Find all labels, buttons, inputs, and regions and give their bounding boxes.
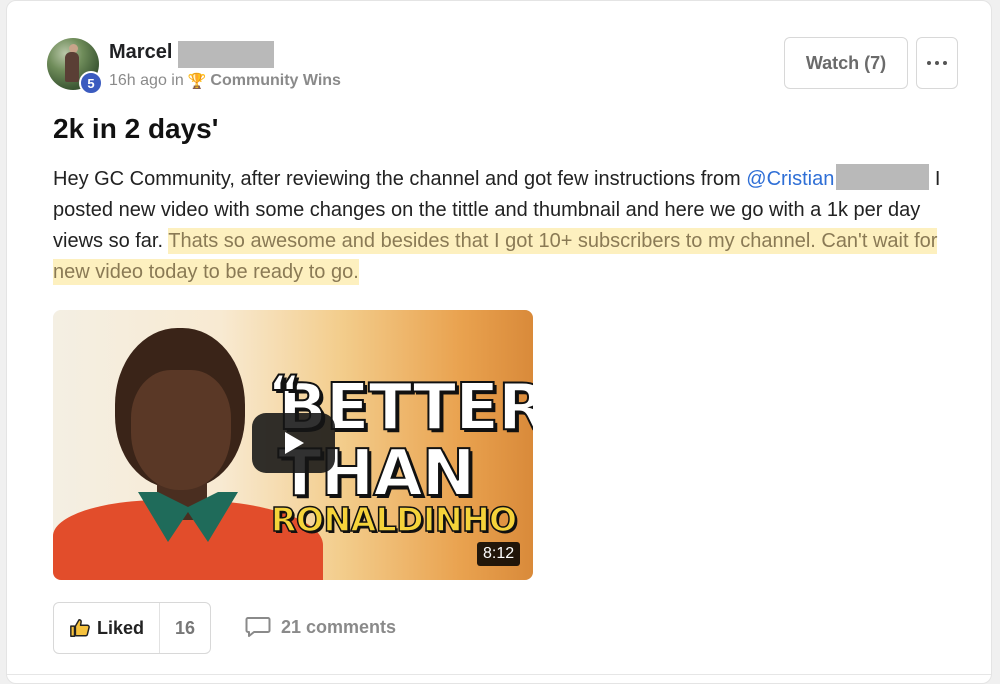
divider xyxy=(7,674,991,675)
post-meta: 16h ago in 🏆 Community Wins xyxy=(109,72,341,90)
play-icon xyxy=(284,432,304,454)
author-avatar[interactable]: 5 xyxy=(47,38,103,95)
play-button[interactable] xyxy=(252,413,335,473)
thumbnail-line3: RONALDINHO xyxy=(270,499,518,540)
watch-button[interactable]: Watch (7) xyxy=(784,37,908,89)
video-thumbnail[interactable]: “ BETTER THAN RONALDINHO 8:12 xyxy=(53,310,533,580)
more-options-button[interactable] xyxy=(916,37,958,89)
thumbs-up-icon xyxy=(70,619,90,637)
more-horizontal-icon xyxy=(927,61,931,65)
author-name[interactable]: Marcel xyxy=(109,41,172,64)
post-body: Hey GC Community, after reviewing the ch… xyxy=(53,164,963,288)
post-card: 5 Marcel 16h ago in 🏆 Community Wins Wat… xyxy=(6,0,992,684)
like-count: 16 xyxy=(174,617,196,638)
post-time: 16h ago in xyxy=(109,72,184,89)
redacted-name xyxy=(178,41,274,68)
comments-link[interactable]: 21 comments xyxy=(245,615,396,639)
highlighted-text: Thats so awesome and besides that I got … xyxy=(53,228,938,285)
redacted-mention xyxy=(836,164,930,190)
like-control: Liked 16 xyxy=(53,602,211,654)
video-duration: 8:12 xyxy=(477,542,521,566)
mention-link[interactable]: @Cristian xyxy=(746,168,834,190)
post-title: 2k in 2 days' xyxy=(53,113,219,144)
trophy-icon: 🏆 xyxy=(187,73,207,90)
category-link[interactable]: Community Wins xyxy=(210,72,341,90)
level-badge: 5 xyxy=(79,71,103,95)
body-text-part1: Hey GC Community, after reviewing the ch… xyxy=(53,168,747,190)
liked-button[interactable]: Liked xyxy=(54,603,160,653)
liked-label: Liked xyxy=(96,617,144,638)
comment-icon xyxy=(245,617,271,637)
comments-label: 21 comments xyxy=(281,616,397,637)
